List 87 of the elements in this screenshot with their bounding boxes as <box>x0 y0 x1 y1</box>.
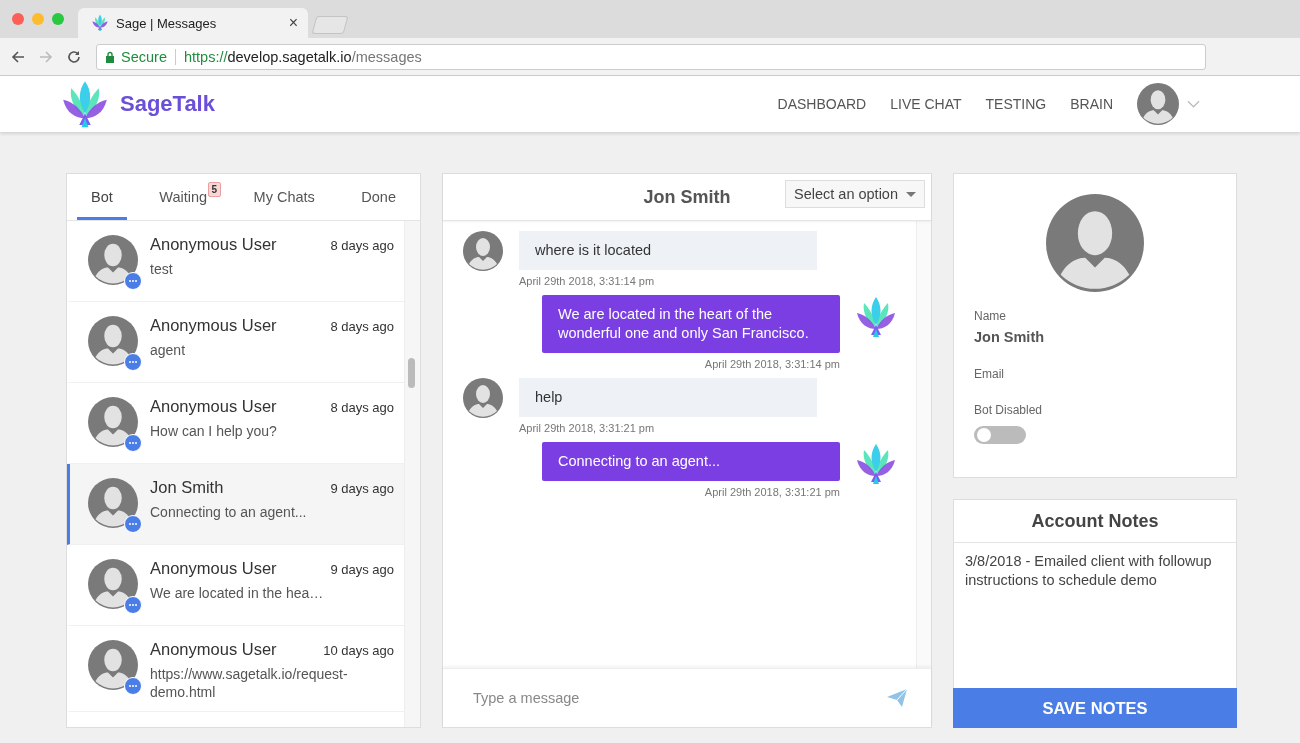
chat-filter-tab[interactable]: Bot <box>77 177 127 220</box>
avatar-icon <box>88 478 138 528</box>
message-bubble: help <box>519 378 817 417</box>
timestamp: 10 days ago <box>323 643 394 658</box>
chat-bubble-icon <box>124 677 142 695</box>
message-bubble: We are located in the heart of the wonderful one and only San Francisco. <box>542 295 840 353</box>
timestamp: April 29th 2018, 3:31:14 pm <box>519 275 656 287</box>
avatar-icon <box>88 640 138 690</box>
chat-bubble-icon <box>124 434 142 452</box>
back-icon[interactable] <box>10 48 26 65</box>
chevron-down-icon[interactable] <box>1187 100 1200 108</box>
conversation-item[interactable]: Anonymous User 9 days ago We are located in the hea… <box>67 545 404 626</box>
timestamp: 8 days ago <box>330 400 394 415</box>
contact-name: Anonymous User <box>150 316 277 335</box>
nav-link[interactable]: BRAIN <box>1070 96 1113 112</box>
lotus-logo <box>856 442 896 486</box>
timestamp: 8 days ago <box>330 238 394 253</box>
timestamp: 8 days ago <box>330 319 394 334</box>
message-preview: Connecting to an agent... <box>150 503 308 521</box>
count-badge: 5 <box>207 182 222 197</box>
timestamp: April 29th 2018, 3:31:21 pm <box>519 422 656 434</box>
conversation-item[interactable]: Anonymous User 8 days ago agent <box>67 302 404 383</box>
brand-name[interactable]: SageTalk <box>120 91 215 117</box>
avatar-icon <box>88 559 138 609</box>
chat-bubble-icon <box>124 596 142 614</box>
message-preview: test <box>150 260 174 278</box>
option-dropdown[interactable]: Select an option <box>785 180 925 208</box>
scrollbar[interactable] <box>404 221 420 727</box>
timestamp: 9 days ago <box>330 562 394 577</box>
name-label: Name <box>974 309 1007 323</box>
chat-filter-tab[interactable]: Done <box>347 177 410 220</box>
lotus-logo <box>856 295 896 339</box>
bot-disabled-label: Bot Disabled <box>974 403 1044 417</box>
favicon-icon <box>92 14 108 32</box>
timestamp: 9 days ago <box>330 481 394 496</box>
chat-filter-tab[interactable]: My Chats <box>239 177 329 220</box>
save-notes-button[interactable]: SAVE NOTES <box>953 688 1237 728</box>
forward-icon[interactable] <box>38 48 54 65</box>
timestamp: April 29th 2018, 3:31:21 pm <box>704 486 840 498</box>
close-window-button[interactable] <box>12 13 24 25</box>
conversation-item[interactable]: Jon Smith 9 days ago Connecting to an agent... <box>67 464 404 545</box>
email-label: Email <box>974 367 1005 381</box>
message-preview: How can I help you? <box>150 422 278 440</box>
chat-bubble-icon <box>124 515 142 533</box>
reload-icon[interactable] <box>66 48 82 65</box>
zoom-window-button[interactable] <box>52 13 64 25</box>
nav-link[interactable]: DASHBOARD <box>777 96 867 112</box>
conversation-item[interactable]: Anonymous User 8 days ago test <box>67 221 404 302</box>
scrollbar[interactable] <box>916 221 931 668</box>
message-bubble: Connecting to an agent... <box>542 442 840 481</box>
message-preview: We are located in the hea… <box>150 584 325 602</box>
nav-link[interactable]: TESTING <box>985 96 1047 112</box>
chat-title: Jon Smith <box>643 186 731 208</box>
contact-name: Jon Smith <box>150 478 224 497</box>
new-tab-button[interactable] <box>311 16 349 34</box>
contact-name: Anonymous User <box>150 640 277 659</box>
chat-bubble-icon <box>124 272 142 290</box>
message-preview: agent <box>150 341 187 359</box>
message-input[interactable]: Type a message <box>471 689 885 707</box>
user-avatar[interactable] <box>1137 83 1179 125</box>
contact-name: Anonymous User <box>150 559 277 578</box>
nav-link[interactable]: LIVE CHAT <box>890 96 962 112</box>
avatar-icon <box>463 231 503 271</box>
message-preview: https://www.sagetalk.io/request-demo.html <box>150 665 349 701</box>
chat-bubble-icon <box>124 353 142 371</box>
contact-name: Anonymous User <box>150 397 277 416</box>
message-bubble: where is it located <box>519 231 817 270</box>
contact-name: Anonymous User <box>150 235 277 254</box>
secure-label: Secure <box>121 48 167 65</box>
close-icon[interactable]: × <box>288 14 298 32</box>
browser-tab[interactable]: Sage | Messages × <box>78 8 308 38</box>
message-bar[interactable]: Type a message <box>443 668 931 727</box>
notes-title: Account Notes <box>953 499 1237 543</box>
avatar-icon <box>88 316 138 366</box>
timestamp: April 29th 2018, 3:31:14 pm <box>704 358 840 370</box>
minimize-window-button[interactable] <box>32 13 44 25</box>
lock-icon <box>105 50 115 63</box>
avatar-icon <box>463 378 503 418</box>
conversation-item[interactable]: Anonymous User 10 days ago https://www.sagetalk.io/request-demo.html <box>67 626 404 712</box>
notes-field[interactable]: 3/8/2018 - Emailed client with followup instructions to schedule demo <box>953 543 1237 688</box>
caret-icon <box>906 191 916 197</box>
avatar-icon <box>88 397 138 447</box>
avatar-icon <box>88 235 138 285</box>
url-text: https://develop.sagetalk.io/messages <box>183 48 422 65</box>
chat-filter-tab[interactable]: Waiting 5 <box>145 177 222 220</box>
address-bar[interactable]: Secure https://develop.sagetalk.io/messages <box>96 43 1206 70</box>
name-value: Jon Smith <box>974 329 1046 345</box>
